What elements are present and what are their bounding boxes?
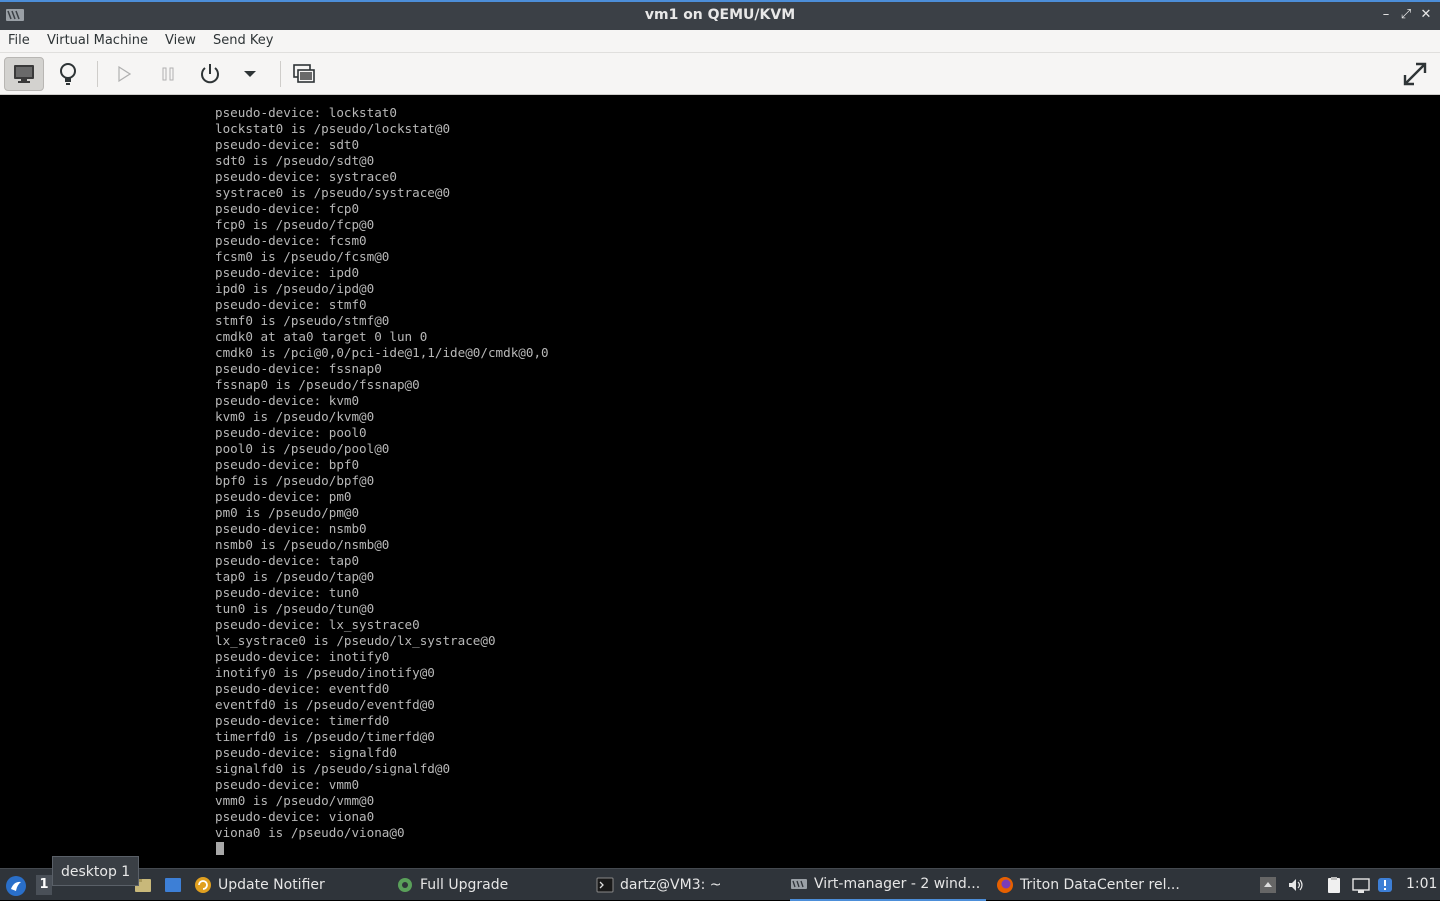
pause-icon bbox=[162, 67, 174, 81]
maximize-button[interactable]: ⤢ bbox=[1397, 6, 1415, 24]
pause-button[interactable] bbox=[148, 57, 188, 91]
task-label: Full Upgrade bbox=[420, 877, 509, 893]
minimize-button[interactable]: – bbox=[1377, 6, 1395, 24]
virt-manager-icon bbox=[791, 879, 807, 889]
menu-file[interactable]: File bbox=[8, 33, 30, 48]
terminal-icon bbox=[596, 877, 614, 893]
workspace-tooltip: desktop 1 bbox=[52, 856, 140, 886]
console-view-button[interactable] bbox=[4, 57, 44, 91]
start-menu-icon[interactable] bbox=[5, 875, 27, 897]
power-icon bbox=[201, 64, 219, 84]
details-view-button[interactable] bbox=[48, 57, 88, 91]
show-desktop-icon[interactable] bbox=[164, 876, 182, 894]
menu-virtual-machine[interactable]: Virtual Machine bbox=[47, 33, 148, 48]
menu-send-key[interactable]: Send Key bbox=[213, 33, 273, 48]
shutdown-button[interactable] bbox=[190, 57, 230, 91]
monitor-icon bbox=[14, 65, 34, 83]
firefox-icon bbox=[997, 877, 1013, 893]
task-virt-manager[interactable]: Virt-manager - 2 wind... bbox=[790, 869, 986, 901]
notification-info-icon[interactable] bbox=[1376, 876, 1394, 894]
task-label: Virt-manager - 2 wind... bbox=[814, 876, 981, 892]
volume-icon[interactable] bbox=[1287, 876, 1305, 894]
console-output: pseudo-device: lockstat0 lockstat0 is /p… bbox=[215, 105, 549, 840]
taskbar: 1 Update Notifier Full Upgrade dartz@VM3… bbox=[0, 868, 1440, 901]
fullscreen-icon bbox=[1403, 62, 1427, 86]
task-full-upgrade[interactable]: Full Upgrade bbox=[396, 869, 588, 901]
close-button[interactable]: ✕ bbox=[1417, 6, 1435, 24]
update-notifier-icon bbox=[195, 877, 211, 893]
fullscreen-button[interactable] bbox=[1395, 57, 1435, 91]
task-label: Triton DataCenter rel... bbox=[1020, 877, 1180, 893]
chevron-down-icon bbox=[244, 71, 256, 77]
toolbar bbox=[0, 53, 1440, 95]
tray-up-arrow-icon[interactable] bbox=[1259, 876, 1277, 894]
task-update-notifier[interactable]: Update Notifier bbox=[194, 869, 390, 901]
network-icon[interactable] bbox=[1352, 876, 1370, 894]
vm-console-display[interactable]: pseudo-device: lockstat0 lockstat0 is /p… bbox=[0, 96, 1440, 868]
shutdown-menu-button[interactable] bbox=[230, 57, 270, 91]
lightbulb-icon bbox=[60, 63, 76, 85]
toolbar-separator bbox=[280, 61, 281, 87]
task-label: dartz@VM3: ~ bbox=[620, 877, 722, 893]
window-title: vm1 on QEMU/KVM bbox=[644, 7, 796, 23]
windows-icon bbox=[293, 64, 315, 83]
clipboard-icon[interactable] bbox=[1325, 876, 1343, 894]
menu-view[interactable]: View bbox=[165, 33, 196, 48]
task-label: Update Notifier bbox=[218, 877, 325, 893]
play-icon bbox=[118, 66, 131, 82]
clock[interactable]: 1:01 bbox=[1406, 876, 1437, 892]
menu-bar: File Virtual Machine View Send Key bbox=[0, 30, 1440, 53]
console-cursor bbox=[216, 842, 224, 855]
task-terminal[interactable]: dartz@VM3: ~ bbox=[596, 869, 786, 901]
task-firefox[interactable]: Triton DataCenter rel... bbox=[996, 869, 1192, 901]
gear-icon bbox=[398, 878, 412, 892]
workspace-1[interactable]: 1 bbox=[36, 875, 52, 895]
toolbar-separator bbox=[97, 61, 98, 87]
window-titlebar[interactable]: vm1 on QEMU/KVM – ⤢ ✕ bbox=[0, 0, 1440, 30]
run-button[interactable] bbox=[104, 57, 144, 91]
screenshot-button[interactable] bbox=[284, 57, 324, 91]
